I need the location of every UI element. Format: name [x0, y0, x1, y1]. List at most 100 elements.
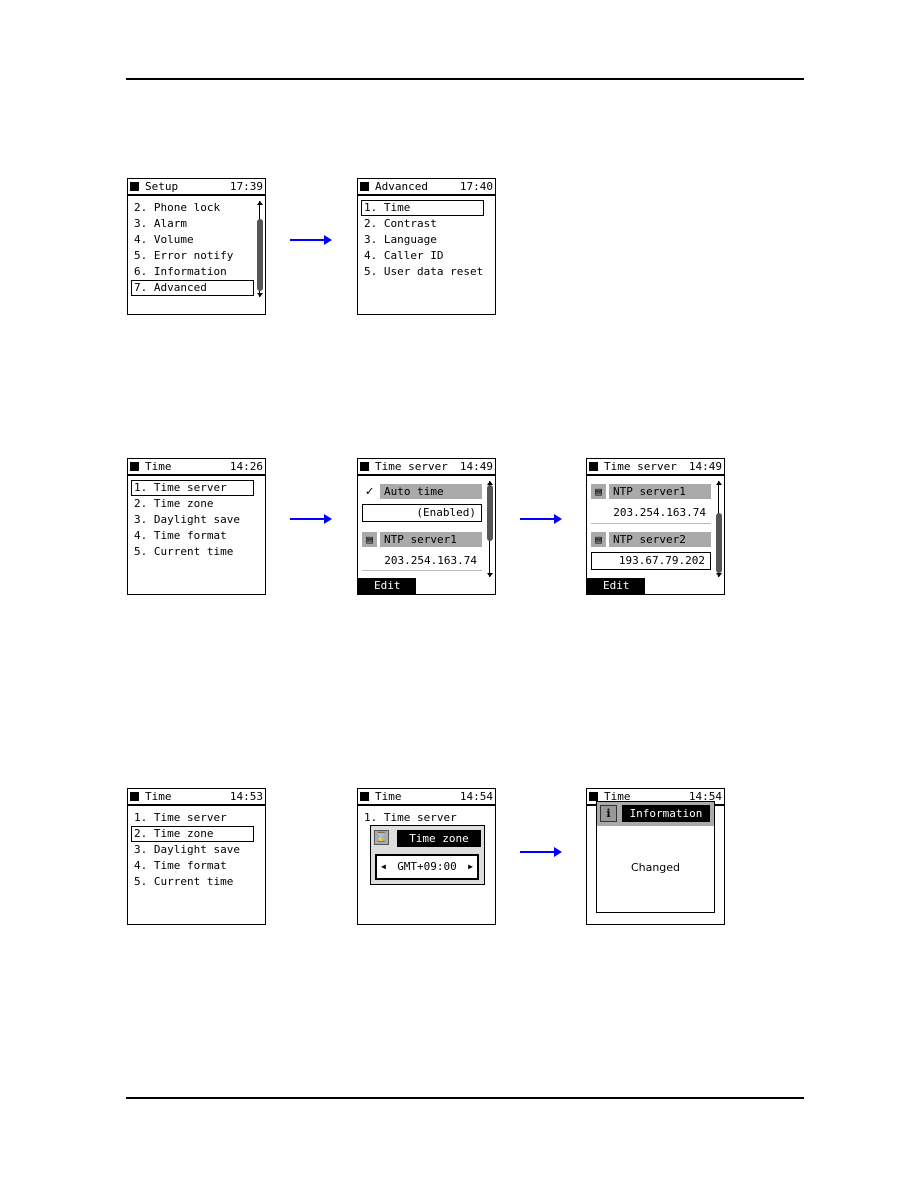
screen-time-server: Time server 14:49 ✓ Auto time (Enabled) ▤… [357, 458, 496, 595]
ntp-server1-value[interactable]: 203.254.163.74 [591, 506, 711, 519]
menu-item[interactable]: 5. User data reset [364, 265, 483, 279]
ntp-server1-label: NTP server1 [380, 532, 482, 547]
menu-item[interactable]: 2. Time zone [134, 497, 213, 511]
check-icon: ✓ [362, 484, 377, 499]
title-bar: Time server 14:49 [587, 459, 724, 476]
arrow-right-icon [290, 514, 332, 524]
status-square-icon [130, 792, 139, 801]
dialog-message: Changed [630, 861, 681, 874]
menu-item[interactable]: 4. Volume [134, 233, 194, 247]
divider [591, 523, 711, 524]
clock: 14:49 [688, 460, 722, 473]
title-bar: Advanced 17:40 [358, 179, 495, 196]
auto-time-label: Auto time [380, 484, 482, 499]
auto-time-field[interactable]: (Enabled) [362, 504, 482, 522]
menu-item[interactable]: 3. Daylight save [134, 513, 240, 527]
scrollbar[interactable] [257, 201, 263, 297]
divider [362, 570, 482, 571]
edit-softkey[interactable]: Edit [587, 578, 645, 594]
menu-item-selected[interactable]: 1. Time [364, 201, 410, 215]
status-square-icon [130, 182, 139, 191]
time-zone-selector[interactable]: ◀ GMT+09:00 ▶ [375, 854, 479, 880]
manual-page: Setup 17:39 2. Phone lock 3. Alarm 4. Vol… [0, 0, 918, 1188]
ntp-server2-field[interactable]: 193.67.79.202 [591, 552, 711, 570]
screen-title: Time server [604, 460, 677, 473]
title-bar: Time 14:54 [358, 789, 495, 806]
status-square-icon [589, 462, 598, 471]
footer-rule [126, 1097, 804, 1099]
screen-title: Time [375, 790, 402, 803]
clock-icon: ⌛ [374, 830, 389, 845]
scroll-thumb[interactable] [257, 219, 263, 291]
ntp-server1-label: NTP server1 [609, 484, 711, 499]
header-rule [126, 78, 804, 80]
arrow-right-icon [520, 847, 562, 857]
screen-title: Time server [375, 460, 448, 473]
menu-item[interactable]: 2. Phone lock [134, 201, 220, 215]
menu-item[interactable]: 2. Contrast [364, 217, 437, 231]
scroll-down-icon [487, 573, 493, 577]
screen-setup: Setup 17:39 2. Phone lock 3. Alarm 4. Vol… [127, 178, 266, 315]
status-square-icon [360, 182, 369, 191]
time-zone-dialog: ⌛ Time zone ◀ GMT+09:00 ▶ [370, 825, 485, 885]
left-arrow-icon[interactable]: ◀ [381, 856, 386, 878]
scroll-down-icon [716, 573, 722, 577]
menu-item-selected[interactable]: 1. Time server [134, 481, 227, 495]
clock: 14:54 [459, 790, 493, 803]
screen-title: Time [145, 460, 172, 473]
clock: 17:39 [229, 180, 263, 193]
scroll-down-icon [257, 293, 263, 297]
status-square-icon [360, 792, 369, 801]
time-zone-value: GMT+09:00 [397, 860, 457, 873]
menu-item[interactable]: 1. Time server [364, 811, 457, 825]
scrollbar[interactable] [487, 481, 493, 577]
info-icon: i [600, 805, 617, 822]
screen-time: Time 14:26 1. Time server 2. Time zone 3.… [127, 458, 266, 595]
menu-item[interactable]: 4. Time format [134, 529, 227, 543]
menu-item[interactable]: 5. Current time [134, 545, 233, 559]
dialog-title: Time zone [397, 830, 481, 847]
screen-advanced: Advanced 17:40 1. Time 2. Contrast 3. Lan… [357, 178, 496, 315]
menu-item[interactable]: 3. Alarm [134, 217, 187, 231]
menu-item[interactable]: 1. Time server [134, 811, 227, 825]
clock: 14:26 [229, 460, 263, 473]
screen-time-zone-dialog: Time 14:54 1. Time server ⌛ Time zone ◀ G… [357, 788, 496, 925]
scroll-thumb[interactable] [716, 513, 722, 573]
clock: 17:40 [459, 180, 493, 193]
title-bar: Time 14:53 [128, 789, 265, 806]
right-arrow-icon[interactable]: ▶ [468, 856, 473, 878]
scroll-up-icon [716, 481, 722, 485]
scroll-thumb[interactable] [487, 485, 493, 541]
screen-title: Setup [145, 180, 179, 193]
screen-title: Time [145, 790, 172, 803]
scroll-up-icon [257, 201, 263, 205]
document-icon: ▤ [591, 532, 606, 547]
menu-item[interactable]: 4. Time format [134, 859, 227, 873]
arrow-right-icon [290, 235, 332, 245]
ntp-server2-label: NTP server2 [609, 532, 711, 547]
document-icon: ▤ [362, 532, 377, 547]
menu-item[interactable]: 5. Error notify [134, 249, 233, 263]
screen-time-server-2: Time server 14:49 ▤ NTP server1 203.254.1… [586, 458, 725, 595]
menu-item[interactable]: 6. Information [134, 265, 227, 279]
edit-softkey[interactable]: Edit [358, 578, 416, 594]
menu-item[interactable]: 4. Caller ID [364, 249, 443, 263]
menu-item-selected[interactable]: 7. Advanced [134, 281, 207, 295]
menu-item-selected[interactable]: 2. Time zone [134, 827, 213, 841]
screen-time-zone-select: Time 14:53 1. Time server 2. Time zone 3.… [127, 788, 266, 925]
title-bar: Time server 14:49 [358, 459, 495, 476]
document-icon: ▤ [591, 484, 606, 499]
menu-item[interactable]: 5. Current time [134, 875, 233, 889]
menu-item[interactable]: 3. Language [364, 233, 437, 247]
screen-title: Advanced [375, 180, 428, 193]
arrow-right-icon [520, 514, 562, 524]
information-dialog: i Information Changed [596, 801, 715, 913]
clock: 14:53 [229, 790, 263, 803]
menu-item[interactable]: 3. Daylight save [134, 843, 240, 857]
status-square-icon [589, 792, 598, 801]
status-square-icon [130, 462, 139, 471]
scrollbar[interactable] [716, 481, 722, 577]
title-bar: Setup 17:39 [128, 179, 265, 196]
screen-information: Time 14:54 i Information Changed [586, 788, 725, 925]
ntp-server1-value[interactable]: 203.254.163.74 [362, 554, 482, 567]
